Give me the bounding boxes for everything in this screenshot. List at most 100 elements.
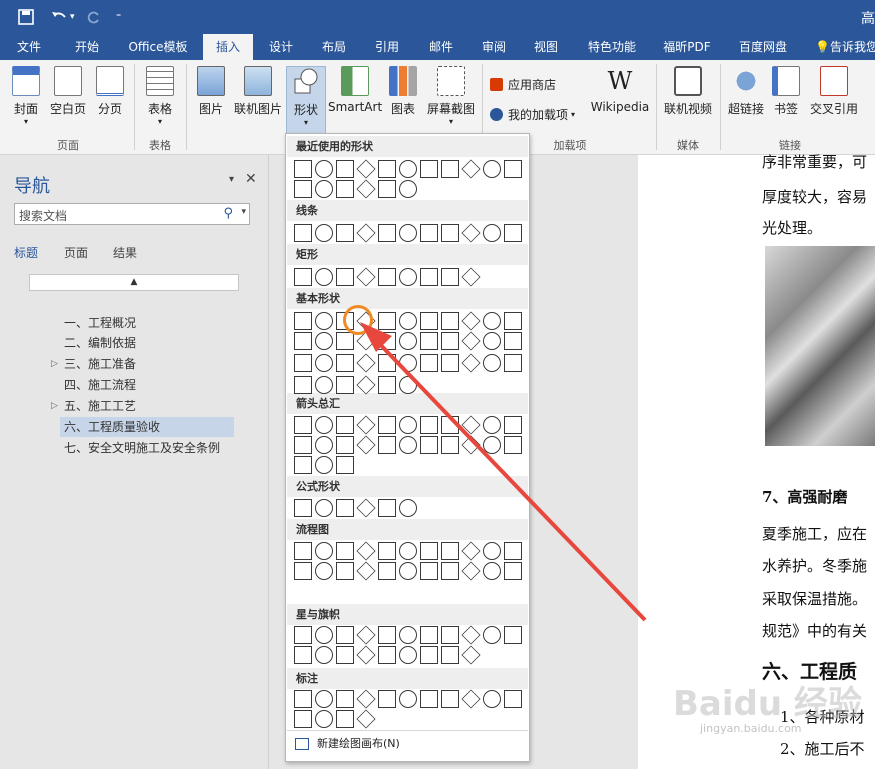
shape-thumbnail[interactable] — [356, 689, 376, 709]
shape-thumbnail[interactable] — [294, 499, 312, 517]
shape-thumbnail[interactable] — [441, 312, 459, 330]
save-icon[interactable] — [18, 0, 34, 34]
shape-thumbnail[interactable] — [336, 562, 354, 580]
shape-thumbnail[interactable] — [399, 690, 417, 708]
nav-options-icon[interactable]: ▾ — [229, 174, 234, 185]
shape-thumbnail[interactable] — [378, 690, 396, 708]
shape-thumbnail[interactable] — [420, 332, 438, 350]
tab-review[interactable]: 审阅 — [471, 34, 517, 60]
shape-thumbnail[interactable] — [420, 436, 438, 454]
shape-thumbnail[interactable] — [399, 354, 417, 372]
shape-thumbnail[interactable] — [378, 354, 396, 372]
shape-thumbnail[interactable] — [315, 180, 333, 198]
shape-thumbnail[interactable] — [378, 160, 396, 178]
wikipedia-button[interactable]: W Wikipedia — [590, 66, 650, 114]
shape-thumbnail[interactable] — [420, 542, 438, 560]
shape-thumbnail[interactable] — [420, 646, 438, 664]
shape-thumbnail[interactable] — [461, 645, 481, 665]
shape-thumbnail[interactable] — [356, 645, 376, 665]
close-icon[interactable]: ✕ — [245, 171, 257, 187]
shape-thumbnail[interactable] — [504, 542, 522, 560]
shape-thumbnail[interactable] — [378, 376, 396, 394]
nav-heading-item[interactable]: 七、安全文明施工及安全条例 — [64, 438, 220, 458]
shape-thumbnail[interactable] — [336, 376, 354, 394]
shape-thumbnail[interactable] — [483, 626, 501, 644]
cover-page-button[interactable]: 封面 ▾ — [8, 66, 44, 126]
shape-thumbnail[interactable] — [399, 180, 417, 198]
shape-thumbnail[interactable] — [336, 456, 354, 474]
shape-thumbnail[interactable] — [294, 690, 312, 708]
shape-thumbnail[interactable] — [336, 646, 354, 664]
online-picture-button[interactable]: 联机图片 — [232, 66, 284, 117]
online-video-button[interactable]: 联机视频 — [662, 66, 714, 117]
shape-thumbnail[interactable] — [441, 160, 459, 178]
picture-button[interactable]: 图片 — [194, 66, 228, 117]
app-store-button[interactable]: 应用商店 — [490, 76, 556, 93]
shape-thumbnail[interactable] — [441, 332, 459, 350]
shape-thumbnail[interactable] — [336, 499, 354, 517]
redo-icon[interactable] — [86, 0, 102, 34]
shape-thumbnail[interactable] — [378, 499, 396, 517]
shape-thumbnail[interactable] — [504, 436, 522, 454]
tab-mailings[interactable]: 邮件 — [418, 34, 464, 60]
shape-thumbnail[interactable] — [504, 224, 522, 242]
shape-thumbnail[interactable] — [294, 626, 312, 644]
shape-thumbnail[interactable] — [504, 354, 522, 372]
shape-thumbnail[interactable] — [356, 179, 376, 199]
nav-tab-headings[interactable]: 标题 — [14, 244, 38, 261]
shape-thumbnail[interactable] — [336, 224, 354, 242]
undo-dropdown-icon[interactable]: ▾ — [70, 0, 75, 34]
shape-thumbnail[interactable] — [356, 415, 376, 435]
shape-thumbnail[interactable] — [399, 332, 417, 350]
tab-special-features[interactable]: 特色功能 — [580, 34, 644, 60]
shape-thumbnail[interactable] — [461, 331, 481, 351]
shape-thumbnail[interactable] — [356, 625, 376, 645]
shape-thumbnail[interactable] — [461, 435, 481, 455]
shape-thumbnail[interactable] — [294, 436, 312, 454]
shape-thumbnail[interactable] — [378, 646, 396, 664]
shape-thumbnail[interactable] — [483, 562, 501, 580]
shape-thumbnail[interactable] — [378, 562, 396, 580]
shape-thumbnail[interactable] — [315, 646, 333, 664]
shape-thumbnail[interactable] — [294, 354, 312, 372]
shape-thumbnail[interactable] — [461, 415, 481, 435]
shape-thumbnail[interactable] — [441, 354, 459, 372]
shape-thumbnail[interactable] — [504, 416, 522, 434]
shape-thumbnail[interactable] — [336, 160, 354, 178]
shape-thumbnail[interactable] — [294, 160, 312, 178]
shape-thumbnail[interactable] — [441, 268, 459, 286]
shape-thumbnail[interactable] — [378, 416, 396, 434]
shape-thumbnail[interactable] — [378, 332, 396, 350]
shape-thumbnail[interactable] — [336, 542, 354, 560]
shape-thumbnail[interactable] — [336, 180, 354, 198]
shape-thumbnail[interactable] — [399, 312, 417, 330]
hyperlink-button[interactable]: 超链接 — [726, 66, 766, 117]
shape-thumbnail[interactable] — [461, 353, 481, 373]
shape-thumbnail[interactable] — [504, 160, 522, 178]
shape-thumbnail[interactable] — [483, 332, 501, 350]
tab-insert[interactable]: 插入 — [203, 34, 253, 60]
shapes-button[interactable]: 形状 ▾ — [286, 66, 326, 136]
nav-search-input[interactable]: 搜索文档 ⚲ ▾ — [14, 203, 250, 225]
shape-thumbnail[interactable] — [504, 562, 522, 580]
tab-view[interactable]: 视图 — [523, 34, 569, 60]
shape-thumbnail[interactable] — [483, 160, 501, 178]
shape-thumbnail[interactable] — [294, 224, 312, 242]
search-dropdown-icon[interactable]: ▾ — [241, 207, 246, 217]
shape-thumbnail[interactable] — [399, 562, 417, 580]
shape-thumbnail[interactable] — [336, 416, 354, 434]
shape-thumbnail[interactable] — [294, 646, 312, 664]
shape-thumbnail[interactable] — [294, 376, 312, 394]
shape-thumbnail[interactable] — [399, 436, 417, 454]
shape-thumbnail[interactable] — [420, 224, 438, 242]
shape-thumbnail[interactable] — [356, 435, 376, 455]
shape-thumbnail[interactable] — [315, 499, 333, 517]
shape-thumbnail[interactable] — [399, 160, 417, 178]
shape-thumbnail[interactable] — [378, 626, 396, 644]
shape-thumbnail[interactable] — [441, 562, 459, 580]
shape-thumbnail[interactable] — [315, 160, 333, 178]
shape-thumbnail[interactable] — [336, 332, 354, 350]
shape-thumbnail[interactable] — [294, 416, 312, 434]
shape-thumbnail[interactable] — [356, 541, 376, 561]
shape-thumbnail[interactable] — [420, 268, 438, 286]
